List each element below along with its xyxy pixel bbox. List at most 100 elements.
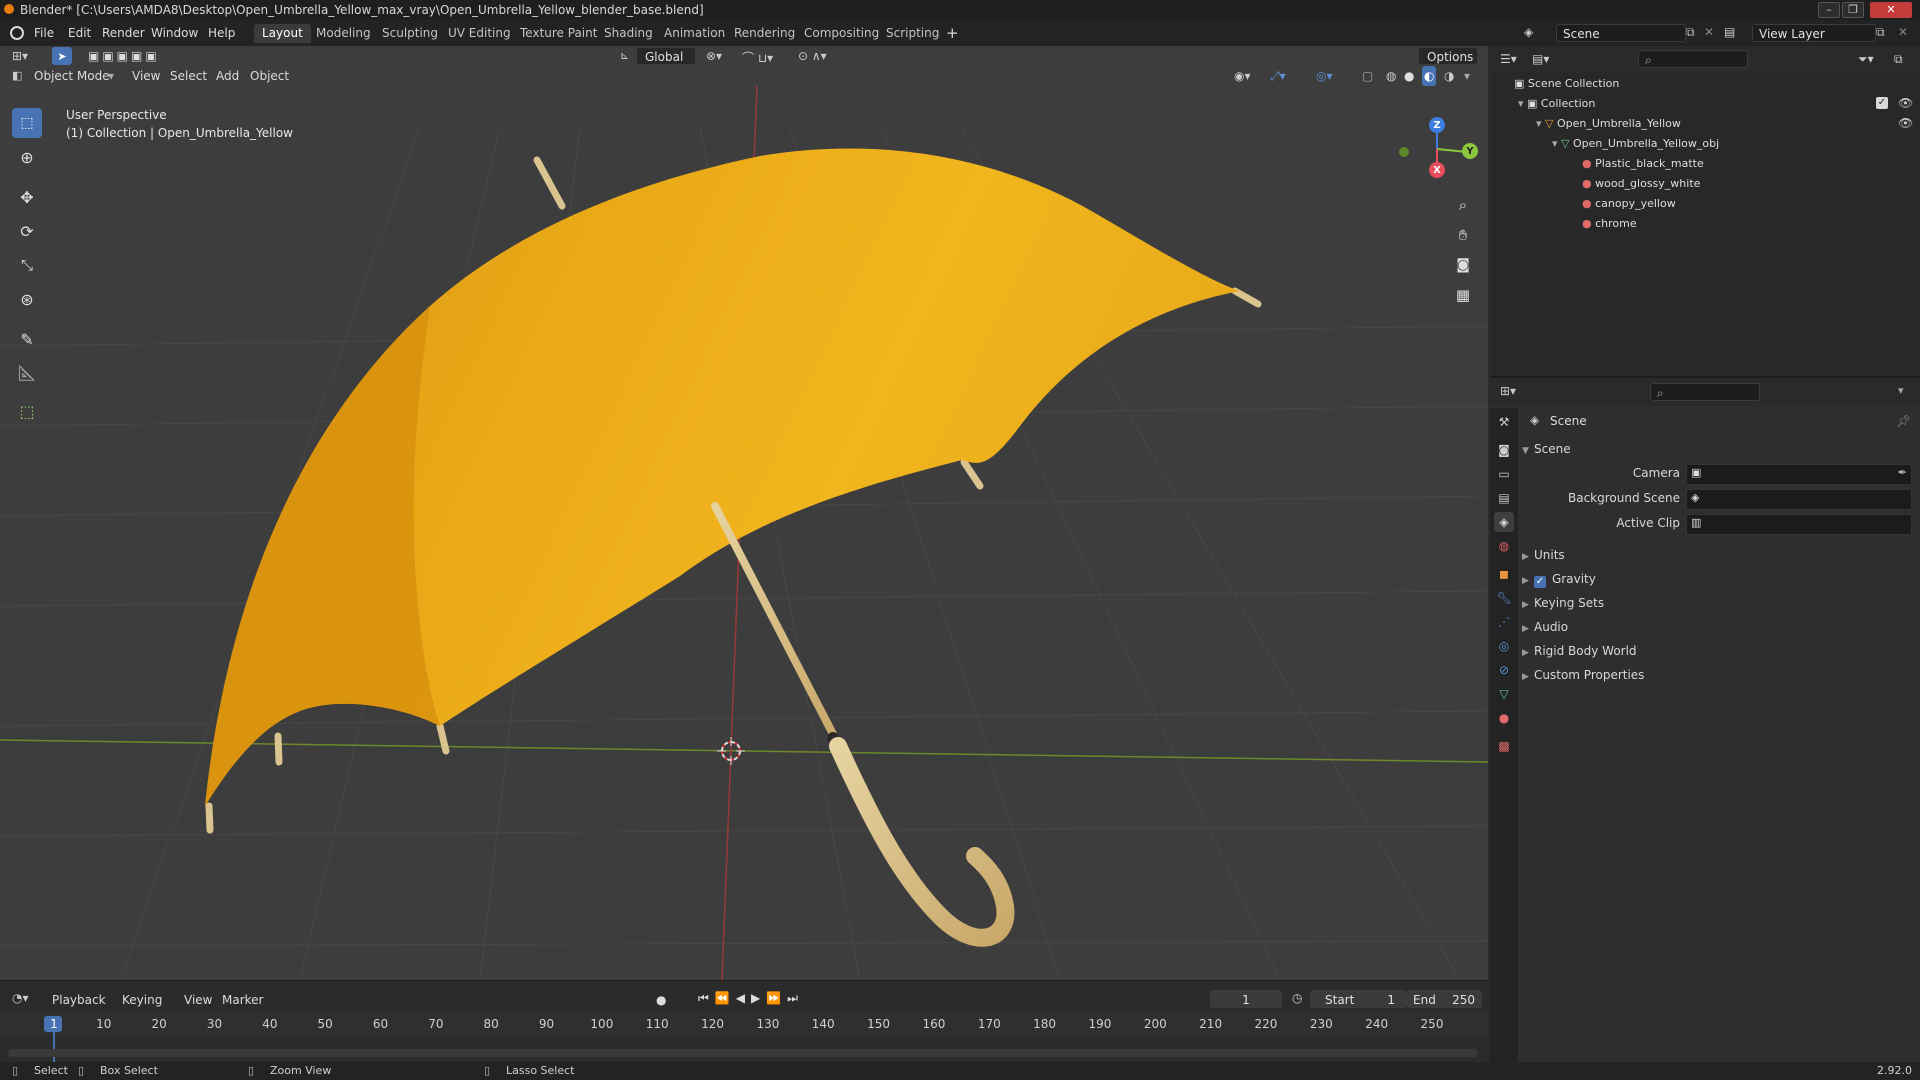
pivot-point-icon[interactable]: ⊗▾ [706,49,722,63]
blender-menu-icon[interactable] [10,26,24,40]
outliner-row-material[interactable]: ● canopy_yellow [1582,194,1676,214]
menu-add[interactable]: Add [216,66,239,86]
measure-tool[interactable]: 📐︎ [12,358,42,388]
panel-rigid-body-world[interactable]: ▶ Rigid Body World [1522,640,1637,662]
playback-controls-icon[interactable]: ⏮⏪◀▶⏩⏭ [698,991,804,1006]
tab-scripting[interactable]: Scripting [878,24,947,43]
camera-field[interactable]: ▣ ✒ [1686,464,1912,485]
start-frame-field[interactable]: Start 1 [1310,990,1406,1008]
outliner-row-umbrella-obj[interactable]: ▾ ▽ Open_Umbrella_Yellow_obj [1552,134,1719,154]
display-mode-icon[interactable]: ▤▾ [1532,52,1549,66]
panel-scene-header[interactable]: ▼ Scene [1522,438,1571,460]
viewport-scene[interactable] [0,46,1488,980]
menu-help[interactable]: Help [208,20,235,46]
tab-compositing[interactable]: Compositing [796,24,887,43]
wireframe-shading-icon[interactable]: ◍ [1386,66,1396,86]
cursor-tool[interactable]: ⊕ [12,142,42,172]
shading-options-icon[interactable]: ▾ [1464,66,1470,86]
close-window-button[interactable]: ✕ [1870,2,1912,18]
new-view-layer-icon[interactable]: ⧉ [1876,25,1885,40]
tab-modeling[interactable]: Modeling [308,24,379,43]
collection-checkbox[interactable]: ✓ [1876,97,1888,109]
menu-select[interactable]: Select [170,66,207,86]
menu-view[interactable]: View [132,66,160,86]
tab-constraints[interactable]: ⊘ [1494,660,1514,680]
mode-chevron-icon[interactable]: ▾ [108,66,114,86]
gizmo-y-axis[interactable]: Y [1462,143,1478,159]
options-dropdown[interactable]: Options [1418,47,1478,65]
tab-render[interactable]: ◙ [1494,440,1514,460]
add-cube-tool[interactable]: ⬚ [12,396,42,426]
tab-sculpting[interactable]: Sculpting [374,24,446,43]
menu-window[interactable]: Window [151,20,198,46]
xray-toggle-icon[interactable]: ▢ [1362,66,1373,86]
tab-modifiers[interactable]: 🔧︎ [1494,588,1514,608]
new-collection-icon[interactable]: ⧉ [1894,52,1903,67]
view-layer-field[interactable]: View Layer [1752,24,1876,42]
tab-texture-paint[interactable]: Texture Paint [512,24,605,43]
properties-editor-type-icon[interactable]: ⊞▾ [1500,384,1516,398]
eyedropper-icon[interactable]: ✒ [1898,466,1907,479]
scene-browse-icon[interactable]: ◈ [1524,25,1540,41]
scene-name-field[interactable]: Scene [1556,24,1686,42]
pan-button[interactable]: ✋︎ [1450,222,1476,248]
gravity-checkbox[interactable]: ✓ [1534,576,1546,588]
tab-tool[interactable]: ⚒ [1494,412,1514,432]
tab-shading[interactable]: Shading [596,24,661,43]
menu-playback[interactable]: Playback [52,991,106,1009]
delete-view-layer-icon[interactable]: ✕ [1898,25,1908,39]
panel-units[interactable]: ▶ Units [1522,544,1565,566]
tab-material[interactable]: ● [1494,708,1514,728]
tab-data[interactable]: ▽ [1494,684,1514,704]
timeline-scrollbar[interactable] [8,1049,1478,1057]
current-frame-field[interactable]: 1 [1210,990,1282,1008]
outliner-row-umbrella[interactable]: ▾ ▽ Open_Umbrella_Yellow [1536,114,1681,134]
tab-view-layer[interactable]: ▤ [1494,488,1514,508]
background-scene-field[interactable]: ◈ [1686,489,1912,510]
gizmo-z-axis[interactable]: Z [1429,117,1445,133]
tab-physics[interactable]: ◎ [1494,636,1514,656]
view-layer-browse-icon[interactable]: ▤ [1724,25,1735,39]
outliner-search-input[interactable]: ⌕ [1638,50,1748,68]
pin-icon[interactable]: 📌︎ [1896,414,1911,428]
proportional-edit-icon[interactable]: ⊙ ∧▾ [798,49,827,63]
eye-icon[interactable]: 👁︎ [1898,96,1913,110]
move-tool[interactable]: ✥ [12,182,42,212]
minimize-button[interactable]: – [1818,2,1840,18]
rotate-tool[interactable]: ⟳ [12,216,42,246]
solid-shading-icon[interactable]: ● [1404,66,1414,86]
annotate-tool[interactable]: ✎ [12,324,42,354]
snap-icon[interactable]: ⌒ ⊔▾ [742,49,773,66]
camera-view-button[interactable]: ◙ [1450,252,1476,278]
tab-animation[interactable]: Animation [656,24,733,43]
outliner-row-material[interactable]: ● Plastic_black_matte [1582,154,1704,174]
panel-keying-sets[interactable]: ▶ Keying Sets [1522,592,1604,614]
scale-tool[interactable]: ⤡ [12,250,42,280]
menu-render[interactable]: Render [102,20,145,46]
overlay-toggle-icon[interactable]: ◎▾ [1316,66,1333,86]
3d-viewport[interactable]: Z Y X ⊞▾ ➤ ▣▣▣▣▣ ⊾ Global ⊗▾ ⌒ ⊔▾ ⊙ ∧▾ O… [0,46,1488,980]
header-chevron-icon[interactable]: ▾ [1898,384,1904,397]
menu-timeline-view[interactable]: View [184,991,212,1009]
menu-keying[interactable]: Keying [122,991,162,1009]
eye-icon[interactable]: 👁︎ [1898,116,1913,130]
panel-custom-properties[interactable]: ▶ Custom Properties [1522,664,1644,686]
transform-tool[interactable]: ⊛ [12,284,42,314]
outliner-editor-type-icon[interactable]: ☰▾ [1500,52,1517,66]
delete-scene-icon[interactable]: ✕ [1704,25,1714,39]
tab-rendering[interactable]: Rendering [726,24,803,43]
object-mode-dropdown[interactable]: Object Mode [34,66,110,86]
outliner-row-collection[interactable]: ▾ ▣ Collection [1518,94,1595,114]
properties-search-input[interactable]: ⌕ [1650,383,1760,401]
add-workspace-button[interactable]: + [946,20,959,46]
gizmo-x-axis[interactable]: X [1429,162,1445,178]
timeline-editor-type-icon[interactable]: ◔▾ [12,991,29,1005]
outliner-row-material[interactable]: ● wood_glossy_white [1582,174,1700,194]
menu-file[interactable]: File [34,20,54,46]
active-clip-field[interactable]: ▥ [1686,514,1912,535]
transform-orientation-dropdown[interactable]: Global [636,47,696,65]
rendered-shading-icon[interactable]: ◑ [1444,66,1454,86]
selection-mode-icons[interactable]: ▣▣▣▣▣ [88,49,160,63]
filter-icon[interactable]: ⏷▾ [1858,52,1874,67]
menu-marker[interactable]: Marker [222,991,263,1009]
